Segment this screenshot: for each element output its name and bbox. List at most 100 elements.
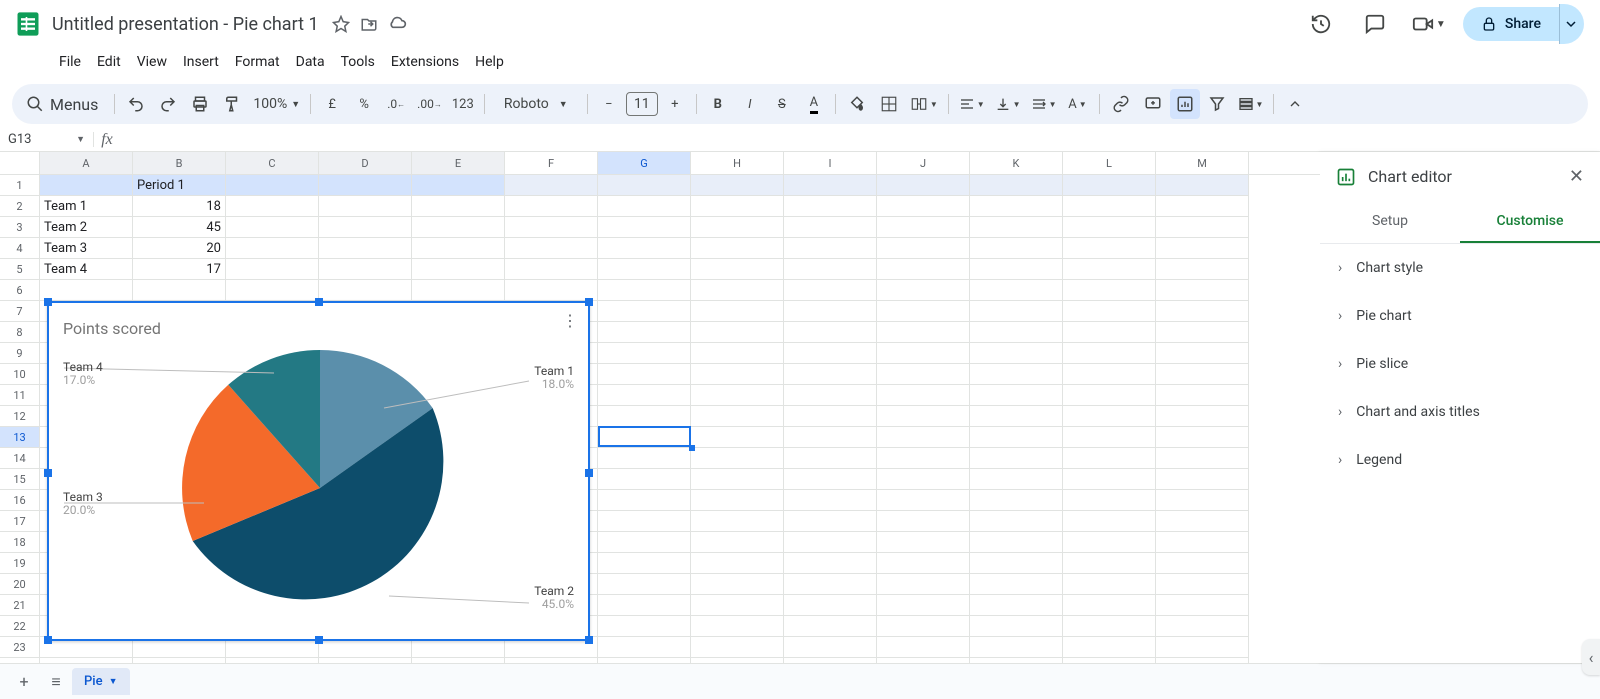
add-sheet-button[interactable]: +: [8, 666, 40, 698]
side-panel-toggle[interactable]: ‹: [1582, 639, 1600, 675]
cell-L7[interactable]: [1063, 301, 1156, 322]
cell-I15[interactable]: [784, 469, 877, 490]
cell-H21[interactable]: [691, 595, 784, 616]
cell-K6[interactable]: [970, 280, 1063, 301]
decrease-decimal-button[interactable]: .0←: [381, 89, 411, 119]
cell-L19[interactable]: [1063, 553, 1156, 574]
cell-E2[interactable]: [412, 196, 505, 217]
menu-data[interactable]: Data: [289, 50, 332, 74]
accordion-chart-style[interactable]: ›Chart style: [1320, 244, 1600, 292]
cell-H2[interactable]: [691, 196, 784, 217]
row-header-9[interactable]: 9: [0, 343, 40, 364]
cell-G5[interactable]: [598, 259, 691, 280]
cell-H19[interactable]: [691, 553, 784, 574]
cell-G18[interactable]: [598, 532, 691, 553]
cell-L4[interactable]: [1063, 238, 1156, 259]
cell-M22[interactable]: [1156, 616, 1249, 637]
cell-H3[interactable]: [691, 217, 784, 238]
merge-cells-button[interactable]: ▼: [906, 89, 942, 119]
paint-format-button[interactable]: [217, 89, 247, 119]
col-header-H[interactable]: H: [691, 152, 784, 174]
accordion-pie-chart[interactable]: ›Pie chart: [1320, 292, 1600, 340]
cell-L1[interactable]: [1063, 175, 1156, 196]
cell-G9[interactable]: [598, 343, 691, 364]
cell-M7[interactable]: [1156, 301, 1249, 322]
menu-help[interactable]: Help: [468, 50, 511, 74]
cell-G17[interactable]: [598, 511, 691, 532]
text-wrap-button[interactable]: ▼: [1027, 89, 1061, 119]
cell-B3[interactable]: 45: [133, 217, 226, 238]
vertical-align-button[interactable]: ▼: [991, 89, 1025, 119]
row-header-8[interactable]: 8: [0, 322, 40, 343]
cell-G13[interactable]: [598, 427, 691, 448]
cell-D3[interactable]: [319, 217, 412, 238]
cell-H18[interactable]: [691, 532, 784, 553]
row-header-21[interactable]: 21: [0, 595, 40, 616]
select-all-corner[interactable]: [0, 152, 40, 174]
cell-I13[interactable]: [784, 427, 877, 448]
cell-I12[interactable]: [784, 406, 877, 427]
cell-L14[interactable]: [1063, 448, 1156, 469]
cell-G12[interactable]: [598, 406, 691, 427]
cell-A4[interactable]: Team 3: [40, 238, 133, 259]
close-editor-button[interactable]: ✕: [1569, 166, 1584, 187]
cell-M2[interactable]: [1156, 196, 1249, 217]
cell-K23[interactable]: [970, 637, 1063, 658]
cell-K1[interactable]: [970, 175, 1063, 196]
print-button[interactable]: [185, 89, 215, 119]
text-rotation-button[interactable]: A▼: [1063, 89, 1093, 119]
cell-I18[interactable]: [784, 532, 877, 553]
cell-G16[interactable]: [598, 490, 691, 511]
cell-L16[interactable]: [1063, 490, 1156, 511]
cell-M17[interactable]: [1156, 511, 1249, 532]
cell-I3[interactable]: [784, 217, 877, 238]
cell-H4[interactable]: [691, 238, 784, 259]
menu-file[interactable]: File: [52, 50, 88, 74]
cell-I14[interactable]: [784, 448, 877, 469]
cell-K17[interactable]: [970, 511, 1063, 532]
sheets-logo[interactable]: [8, 4, 48, 44]
row-header-23[interactable]: 23: [0, 637, 40, 658]
cell-L8[interactable]: [1063, 322, 1156, 343]
cell-K16[interactable]: [970, 490, 1063, 511]
cell-D24[interactable]: [319, 658, 412, 663]
cell-J2[interactable]: [877, 196, 970, 217]
move-icon[interactable]: [357, 12, 381, 36]
row-header-14[interactable]: 14: [0, 448, 40, 469]
cell-M20[interactable]: [1156, 574, 1249, 595]
cell-K11[interactable]: [970, 385, 1063, 406]
cell-K15[interactable]: [970, 469, 1063, 490]
row-header-22[interactable]: 22: [0, 616, 40, 637]
cell-H13[interactable]: [691, 427, 784, 448]
tab-customise[interactable]: Customise: [1460, 201, 1600, 243]
row-header-15[interactable]: 15: [0, 469, 40, 490]
cell-K14[interactable]: [970, 448, 1063, 469]
cell-I11[interactable]: [784, 385, 877, 406]
cell-L13[interactable]: [1063, 427, 1156, 448]
cell-H8[interactable]: [691, 322, 784, 343]
row-header-4[interactable]: 4: [0, 238, 40, 259]
cell-C1[interactable]: [226, 175, 319, 196]
cell-L6[interactable]: [1063, 280, 1156, 301]
accordion-pie-slice[interactable]: ›Pie slice: [1320, 340, 1600, 388]
cell-K8[interactable]: [970, 322, 1063, 343]
cell-K10[interactable]: [970, 364, 1063, 385]
cell-F3[interactable]: [505, 217, 598, 238]
cell-I10[interactable]: [784, 364, 877, 385]
cell-L17[interactable]: [1063, 511, 1156, 532]
cell-G20[interactable]: [598, 574, 691, 595]
all-sheets-button[interactable]: ≡: [40, 666, 72, 698]
cell-H15[interactable]: [691, 469, 784, 490]
cell-K21[interactable]: [970, 595, 1063, 616]
cell-A24[interactable]: [40, 658, 133, 663]
toolbar-overflow-button[interactable]: [1280, 89, 1310, 119]
doc-title[interactable]: Untitled presentation - Pie chart 1: [52, 14, 319, 35]
cell-K13[interactable]: [970, 427, 1063, 448]
row-header-12[interactable]: 12: [0, 406, 40, 427]
cell-J3[interactable]: [877, 217, 970, 238]
cell-H1[interactable]: [691, 175, 784, 196]
borders-button[interactable]: [874, 89, 904, 119]
cell-C5[interactable]: [226, 259, 319, 280]
cell-K12[interactable]: [970, 406, 1063, 427]
col-header-C[interactable]: C: [226, 152, 319, 174]
